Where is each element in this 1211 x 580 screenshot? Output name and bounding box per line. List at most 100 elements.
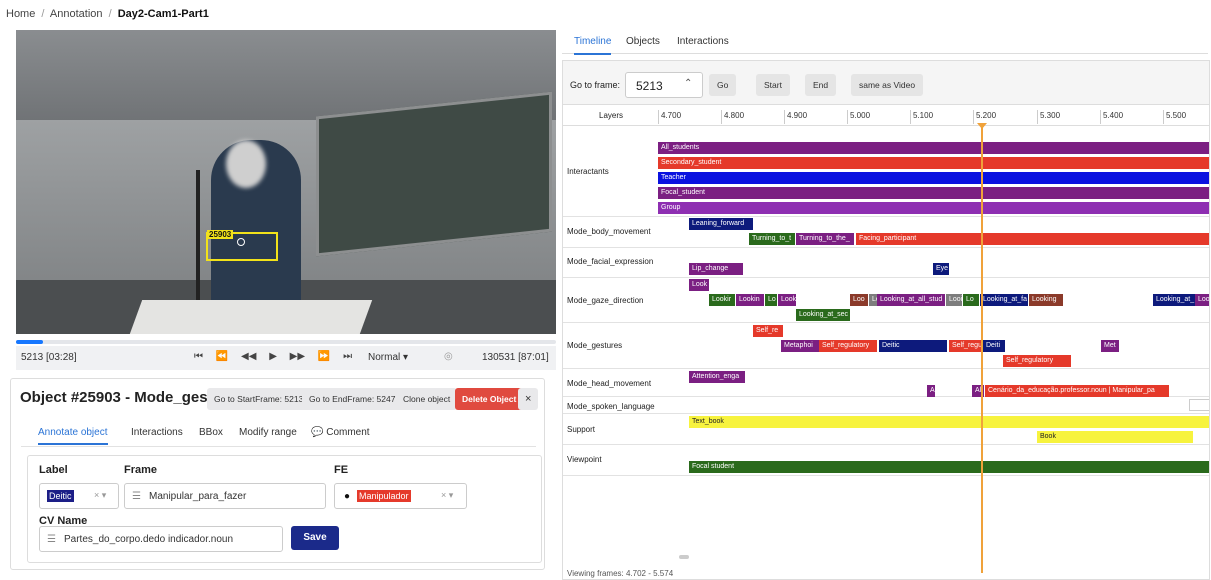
timeline-bar[interactable]: Teacher	[658, 172, 1209, 184]
last-frame-icon[interactable]: ⏭	[343, 351, 352, 362]
timeline-bar[interactable]: Le	[869, 294, 877, 306]
spinner-icon[interactable]: ⌃	[684, 78, 692, 89]
timeline-bar[interactable]: Lo	[963, 294, 979, 306]
video-progress[interactable]	[16, 340, 556, 344]
tab-timeline[interactable]: Timeline	[574, 36, 612, 55]
fast-forward-icon[interactable]: ⏩	[318, 351, 330, 362]
tab-bbox[interactable]: BBox	[199, 427, 223, 438]
annotation-form: Label Frame FE Deitic × ▾ ☰ Manipular_pa…	[27, 455, 542, 563]
label-select[interactable]: Deitic × ▾	[39, 483, 119, 509]
frame-input[interactable]: ☰ Manipular_para_fazer	[124, 483, 326, 509]
clear-icon[interactable]: × ▾	[441, 490, 453, 501]
video-player[interactable]: 25903	[16, 30, 556, 334]
axis-tick: 5.200	[973, 110, 996, 124]
timeline-bar[interactable]: A	[927, 385, 935, 397]
current-frame: 5213 [03:28]	[21, 352, 77, 363]
go-end-frame-button[interactable]: Go to EndFrame: 5247	[302, 388, 403, 410]
timeline-bar[interactable]: Looking_at_sec	[796, 309, 850, 321]
tab-comment[interactable]: 💬 Comment	[311, 427, 370, 438]
timeline-bar[interactable]: Self_regu	[949, 340, 983, 352]
timeline-bar[interactable]: Looking_at_	[1153, 294, 1195, 306]
timeline-bar[interactable]: All_students	[658, 142, 1209, 154]
timeline-bar[interactable]: Turning_to_the_	[796, 233, 854, 245]
horizontal-scrollbar[interactable]	[679, 555, 689, 559]
goto-frame-input[interactable]: 5213 ⌃	[625, 72, 703, 98]
prev-frame-icon[interactable]: ◀◀	[241, 351, 256, 362]
row-label: Mode_gaze_direction	[567, 296, 644, 305]
timeline-bar[interactable]: Loo	[850, 294, 868, 306]
go-start-frame-button[interactable]: Go to StartFrame: 5213	[207, 388, 311, 410]
end-button[interactable]: End	[805, 74, 837, 96]
breadcrumb-home[interactable]: Home	[6, 8, 35, 20]
timeline-bar[interactable]: Look	[689, 279, 709, 291]
timeline-bar[interactable]: Self_regulatory	[819, 340, 877, 352]
timeline-bar[interactable]: Lo	[765, 294, 777, 306]
row-label: Interactants	[567, 167, 609, 176]
same-as-video-button[interactable]: same as Video	[851, 74, 924, 96]
tab-objects[interactable]: Objects	[626, 36, 660, 47]
bbox-label: 25903	[207, 230, 234, 239]
list-icon: ☰	[47, 534, 56, 545]
timeline-bar[interactable]: Cenário_da_educação.professor.noun | Man…	[985, 385, 1169, 397]
timeline-bar[interactable]: Attention_enga	[689, 371, 745, 383]
timeline-bar[interactable]: Secondary_student	[658, 157, 1209, 169]
timeline-bar[interactable]: Lookir	[709, 294, 735, 306]
chalkboard	[316, 91, 552, 257]
rewind-icon[interactable]: ⏪	[216, 351, 228, 362]
timeline-bar[interactable]: Deiti	[983, 340, 1005, 352]
timeline-bar[interactable]: Turning_to_t	[749, 233, 795, 245]
playhead-cursor[interactable]	[981, 123, 983, 573]
timeline-bar[interactable]: Self_re	[753, 325, 783, 337]
frame-title: Frame	[124, 464, 158, 476]
timeline-bar[interactable]: Text_book	[689, 416, 1209, 428]
first-frame-icon[interactable]: ⏮	[194, 351, 203, 362]
start-button[interactable]: Start	[756, 74, 790, 96]
close-icon[interactable]: ×	[518, 388, 539, 410]
play-icon[interactable]: ▶	[269, 351, 277, 362]
row-label: Mode_gestures	[567, 341, 623, 350]
bbox-center-handle[interactable]	[237, 238, 245, 246]
cv-name-value: Partes_do_corpo.dedo indicador.noun	[64, 534, 234, 545]
timeline-bar[interactable]: Look	[778, 294, 796, 306]
timeline-bar[interactable]: Leaning_forward	[689, 218, 753, 230]
timeline-bar[interactable]: Looking	[1029, 294, 1063, 306]
timeline-empty-bar[interactable]	[1189, 399, 1209, 411]
timeline-bar[interactable]: Self_regulatory	[1003, 355, 1071, 367]
timeline-bar[interactable]: Metaphoi	[781, 340, 819, 352]
timeline-bar[interactable]: Deitic	[879, 340, 947, 352]
timeline-bar[interactable]: Focal_student	[658, 187, 1209, 199]
eye-icon[interactable]: ◎	[444, 351, 453, 362]
list-icon: ☰	[132, 491, 141, 502]
timeline-bar[interactable]: Looking_at_fa	[980, 294, 1028, 306]
clone-object-button[interactable]: Clone object	[396, 388, 458, 410]
tab-interactions-right[interactable]: Interactions	[677, 36, 729, 47]
tab-annotate-object[interactable]: Annotate object	[38, 427, 108, 445]
timeline-bar[interactable]: Eye	[933, 263, 949, 275]
cv-name-input[interactable]: ☰ Partes_do_corpo.dedo indicador.noun	[39, 526, 283, 552]
fe-select[interactable]: ● Manipulador × ▾	[334, 483, 467, 509]
delete-object-button[interactable]: Delete Object	[455, 388, 524, 410]
save-button[interactable]: Save	[291, 526, 339, 550]
tab-interactions[interactable]: Interactions	[131, 427, 183, 438]
timeline-bar[interactable]: Book	[1037, 431, 1193, 443]
playhead-marker-icon[interactable]	[977, 123, 987, 129]
speed-select[interactable]: Normal ▾	[368, 352, 408, 363]
breadcrumb: Home / Annotation / Day2-Cam1-Part1	[6, 8, 209, 20]
fe-title: FE	[334, 464, 349, 476]
timeline-bar[interactable]: Group	[658, 202, 1209, 214]
timeline-bar[interactable]: Focal student	[689, 461, 1209, 473]
timeline-bar[interactable]: Looi	[946, 294, 962, 306]
timeline-bar[interactable]: Met	[1101, 340, 1119, 352]
timeline-bar[interactable]: Lookin	[736, 294, 764, 306]
clear-icon[interactable]: × ▾	[94, 490, 106, 501]
next-frame-icon[interactable]: ▶▶	[290, 351, 305, 362]
goto-label: Go to frame:	[570, 80, 621, 90]
breadcrumb-sep: /	[41, 8, 45, 20]
timeline-bar[interactable]: Lip_change	[689, 263, 743, 275]
go-button[interactable]: Go	[709, 74, 737, 96]
timeline-bar[interactable]: Facing_participant	[856, 233, 1209, 245]
timeline-bar[interactable]: Loo	[1195, 294, 1209, 306]
timeline-bar[interactable]: Looking_at_all_stud	[877, 294, 945, 306]
breadcrumb-annotation[interactable]: Annotation	[50, 8, 103, 20]
tab-modify-range[interactable]: Modify range	[239, 427, 297, 438]
